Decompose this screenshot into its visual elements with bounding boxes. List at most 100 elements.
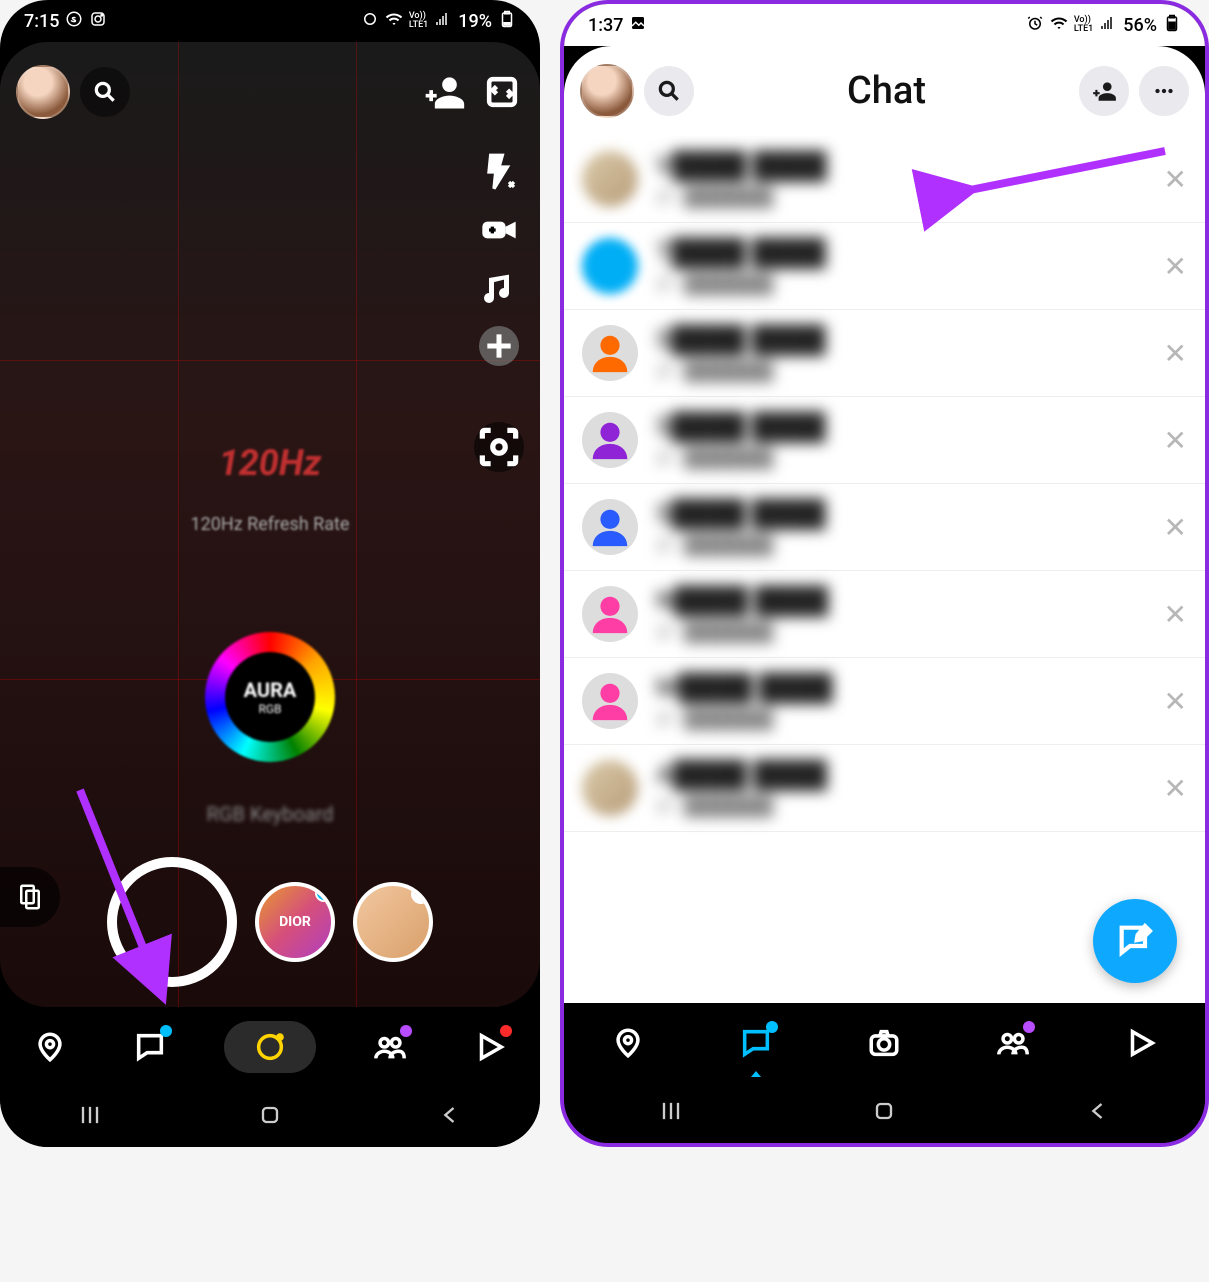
sys-home[interactable] [256,1101,284,1133]
profile-avatar[interactable] [16,65,70,119]
chat-row[interactable]: N████ ███████████ ✕ [564,571,1205,658]
chat-row-sub: ███████ [656,796,1146,817]
chat-avatar [582,586,638,642]
chat-row-main: S████ ███████████ [656,324,1146,382]
chat-row-close[interactable]: ✕ [1164,772,1187,805]
add-friend-button[interactable] [1079,66,1129,116]
chat-row-main: V████ ███████████ [656,150,1146,208]
chat-screen: Chat V████ ███████████✕T████ ███████████… [564,46,1205,1003]
battery-icon [1163,14,1181,37]
chat-row-close[interactable]: ✕ [1164,163,1187,196]
search-button[interactable] [80,67,130,117]
profile-avatar[interactable] [580,64,634,118]
search-icon [92,79,118,105]
chat-row-close[interactable]: ✕ [1164,424,1187,457]
chat-header: Chat [564,46,1205,136]
chat-avatar [582,238,638,294]
wifi-icon [1050,14,1068,37]
nav-map[interactable] [602,1017,654,1069]
scan-button[interactable] [474,422,524,472]
chat-row[interactable]: S████ ███████████ ✕ [564,484,1205,571]
flash-off-button[interactable] [479,152,519,192]
search-icon [656,78,682,104]
ellipsis-icon [1151,78,1177,104]
sys-nav-right [564,1083,1205,1143]
chat-title: Chat [704,69,1069,113]
phone-chat: 1:37 Vo))LTE1 56% Chat V████ █████ [560,0,1209,1147]
more-tools-button[interactable] [479,326,519,366]
chat-row[interactable]: S████ ████ ███████ ✕ [564,397,1205,484]
instagram-icon [89,10,107,33]
chat-row[interactable]: A████ ███████████✕ [564,745,1205,832]
video-plus-icon [479,210,519,250]
chat-row-main: S████ ███████████ [656,498,1146,556]
nav-chat-active[interactable] [730,1017,782,1069]
video-button[interactable] [479,210,519,250]
sys-recents[interactable] [657,1097,685,1129]
camera-topbar [0,52,540,132]
nav-spotlight[interactable] [1115,1017,1167,1069]
stories-dot-icon [1023,1021,1035,1033]
chat-row-close[interactable]: ✕ [1164,598,1187,631]
new-chat-fab[interactable] [1093,899,1177,983]
alarm-icon [361,10,379,33]
shutter-button[interactable] [107,857,237,987]
flash-off-icon [479,152,519,192]
map-pin-icon [33,1030,67,1064]
chat-row[interactable]: V████ ███████████ ✕ [564,136,1205,223]
lens-badge-icon [315,884,333,902]
status-time: 1:37 [588,15,623,36]
flip-camera-icon [480,70,524,114]
nav-spotlight[interactable] [464,1021,516,1073]
search-button[interactable] [644,66,694,116]
more-button[interactable] [1139,66,1189,116]
chat-row-name: S████ ████ [656,411,1146,442]
whatsapp-icon [65,10,83,33]
chat-row[interactable]: S████ ███████████ ✕ [564,310,1205,397]
battery-icon [498,10,516,33]
chat-row-sub: ███████ [656,622,1146,643]
chat-row-main: N████ ███████████ [656,585,1146,643]
play-icon [1124,1026,1158,1060]
chat-row-close[interactable]: ✕ [1164,511,1187,544]
nav-chat[interactable] [124,1021,176,1073]
lens-dior[interactable]: DIOR [255,882,335,962]
scan-icon [474,422,524,472]
chat-row[interactable]: M████ ███████████✕ [564,658,1205,745]
nav-stories[interactable] [364,1021,416,1073]
chat-row-close[interactable]: ✕ [1164,337,1187,370]
sys-back[interactable] [1084,1097,1112,1129]
chat-row-close[interactable]: ✕ [1164,250,1187,283]
nav-camera[interactable] [858,1017,910,1069]
camera-refresh-icon [253,1030,287,1064]
sys-recents[interactable] [76,1101,104,1133]
music-button[interactable] [479,268,519,308]
chat-row-name: V████ ████ [656,150,1146,181]
sys-back[interactable] [436,1101,464,1133]
chat-row-close[interactable]: ✕ [1164,685,1187,718]
nav-stories[interactable] [987,1017,1039,1069]
add-friend-icon [1091,78,1117,104]
camera-viewport[interactable]: 120Hz 120Hz Refresh Rate AURA RGB RGB Ke… [0,42,540,1007]
stories-dot-icon [400,1025,412,1037]
chat-list[interactable]: V████ ███████████✕T████ ███████████✕S███… [564,136,1205,1003]
flip-camera-button[interactable] [480,70,524,114]
chat-row-sub: ███████ [656,448,1146,469]
nav-camera-active[interactable] [224,1021,316,1073]
wifi-icon [385,10,403,33]
statusbar-left: 7:15 Vo))LTE1 19% [0,0,540,42]
sys-home[interactable] [870,1097,898,1129]
add-friend-button[interactable] [422,70,466,114]
chat-row-sub: ███████ [656,361,1146,382]
chat-avatar [582,151,638,207]
camera-bottombar: DIOR [0,857,540,987]
chat-row-main: T████ ███████████ [656,237,1146,295]
battery-text: 19% [458,11,492,32]
chat-avatar [582,412,638,468]
chat-row-name: M████ ████ [656,672,1146,703]
lens-face[interactable] [353,882,433,962]
nav-map[interactable] [24,1021,76,1073]
chat-row[interactable]: T████ ███████████ ✕ [564,223,1205,310]
music-icon [479,268,519,308]
chat-row-name: S████ ████ [656,498,1146,529]
